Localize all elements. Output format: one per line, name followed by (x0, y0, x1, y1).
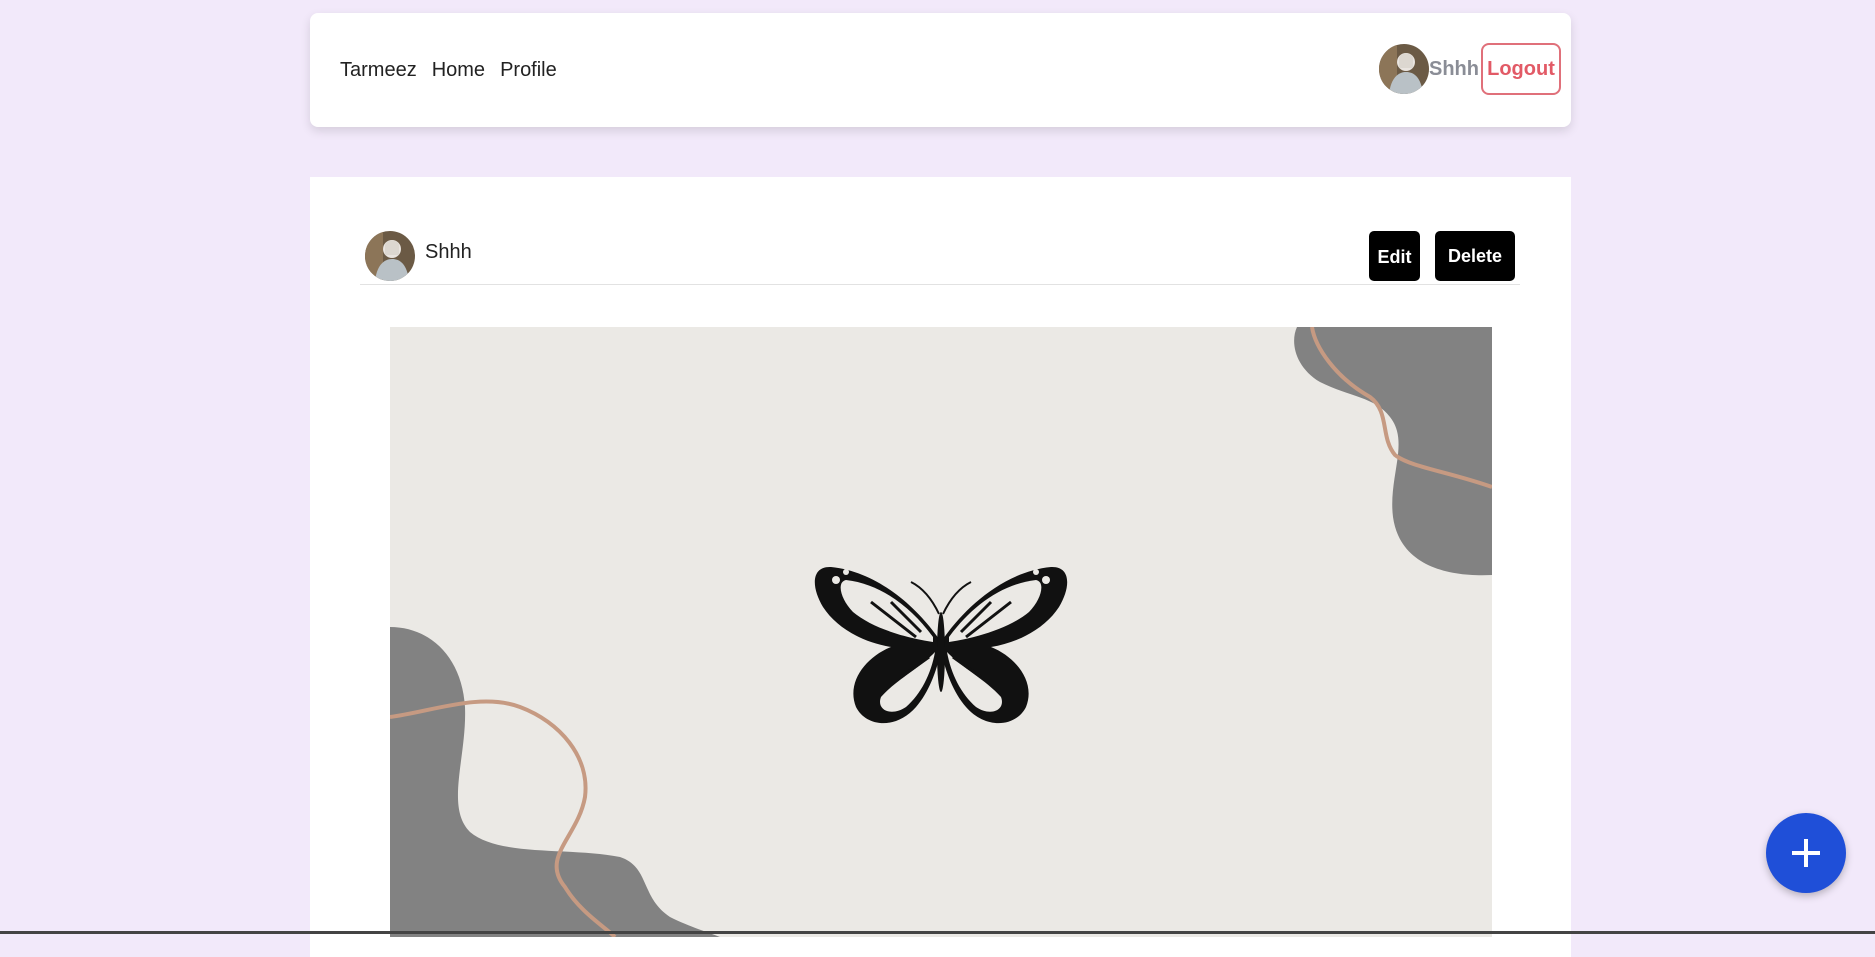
nav-link-home[interactable]: Home (432, 59, 485, 82)
edit-button[interactable]: Edit (1369, 231, 1420, 281)
nav-username: Shhh (1429, 57, 1479, 80)
navbar: Tarmeez Home Profile Shhh Logout (310, 13, 1571, 127)
nav-user: Shhh Logout (1379, 43, 1561, 95)
post-card: Shhh Edit Delete (310, 177, 1571, 957)
logout-button[interactable]: Logout (1481, 43, 1561, 95)
post-header: Shhh Edit Delete (360, 231, 1520, 285)
nav-link-profile[interactable]: Profile (500, 59, 557, 82)
post-author-name[interactable]: Shhh (425, 241, 472, 264)
user-avatar[interactable] (1379, 44, 1429, 94)
post-author-avatar[interactable] (365, 231, 415, 281)
delete-button[interactable]: Delete (1435, 231, 1515, 281)
butterfly-illustration (390, 327, 1492, 937)
nav-links: Tarmeez Home Profile (340, 13, 557, 127)
nav-link-brand[interactable]: Tarmeez (340, 59, 417, 82)
post-image[interactable] (390, 327, 1492, 937)
plus-icon (1792, 839, 1820, 867)
add-post-button[interactable] (1766, 813, 1846, 893)
